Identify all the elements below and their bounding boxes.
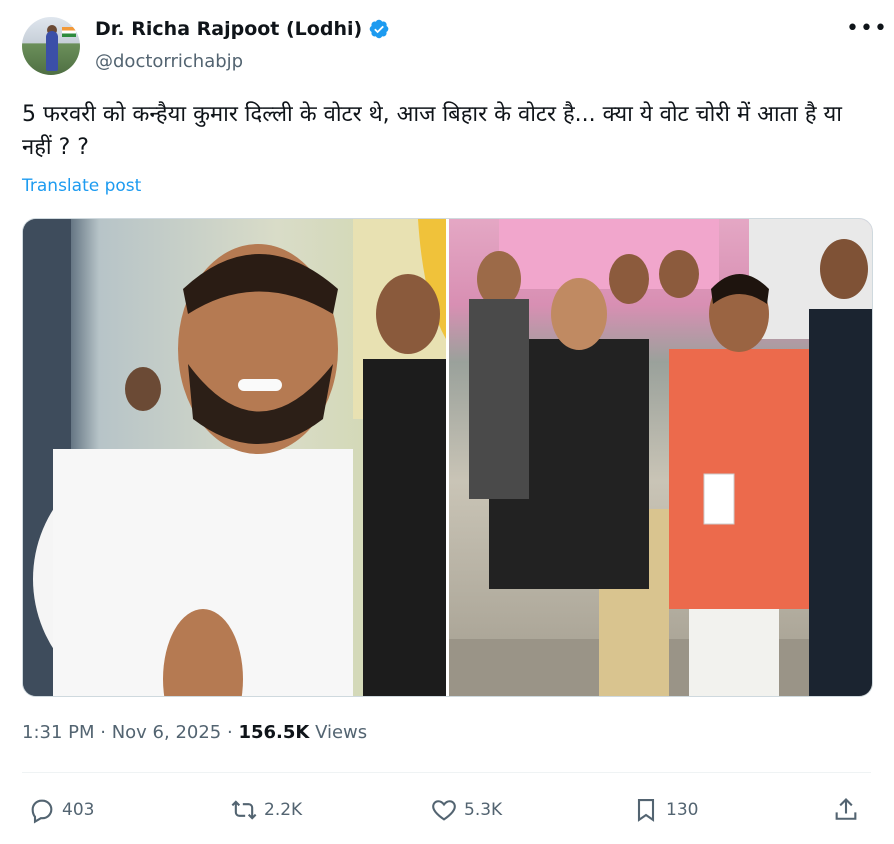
reply-icon <box>31 799 53 824</box>
tweet-meta: 1:31 PM · Nov 6, 2025 · 156.5K Views <box>22 722 367 743</box>
tweet-text: 5 फरवरी को कन्हैया कुमार दिल्ली के वोटर … <box>22 102 842 160</box>
avatar-figure-body <box>46 31 58 71</box>
views-label: Views <box>315 722 368 743</box>
heart-icon <box>432 800 456 821</box>
avatar-flag <box>62 27 76 37</box>
meta-separator: · <box>94 722 112 743</box>
meta-separator: · <box>221 722 239 743</box>
tweet-date[interactable]: Nov 6, 2025 <box>112 722 222 743</box>
reply-button[interactable]: 403 <box>28 790 94 830</box>
avatar[interactable] <box>22 17 80 75</box>
repost-button[interactable]: 2.2K <box>230 790 302 830</box>
author-name-row[interactable]: Dr. Richa Rajpoot (Lodhi) <box>95 18 390 40</box>
tweet-time[interactable]: 1:31 PM <box>22 722 95 743</box>
bookmark-icon <box>637 799 655 822</box>
photo-left[interactable] <box>23 219 446 696</box>
repost-count: 2.2K <box>264 800 303 820</box>
photo-left-illustration <box>23 219 446 696</box>
photo-right[interactable] <box>449 219 872 696</box>
bookmark-count: 130 <box>666 800 699 820</box>
photo-right-illustration <box>449 219 872 696</box>
bookmark-button[interactable]: 130 <box>632 790 698 830</box>
author-name[interactable]: Dr. Richa Rajpoot (Lodhi) <box>95 18 362 40</box>
repost-icon <box>231 800 257 820</box>
verified-badge-icon <box>369 19 389 39</box>
reply-count: 403 <box>62 800 95 820</box>
translate-post-link[interactable]: Translate post <box>22 176 141 196</box>
share-button[interactable] <box>832 790 866 830</box>
more-horizontal-icon[interactable]: ••• <box>846 18 887 42</box>
like-button[interactable]: 5.3K <box>430 790 502 830</box>
views-count: 156.5K <box>238 722 310 743</box>
author-handle[interactable]: @doctorrichabjp <box>95 51 243 72</box>
divider <box>22 772 871 773</box>
media-grid[interactable] <box>22 218 873 697</box>
share-icon <box>835 798 857 820</box>
like-count: 5.3K <box>464 800 503 820</box>
action-bar: 403 2.2K 5.3K 130 <box>22 790 872 830</box>
